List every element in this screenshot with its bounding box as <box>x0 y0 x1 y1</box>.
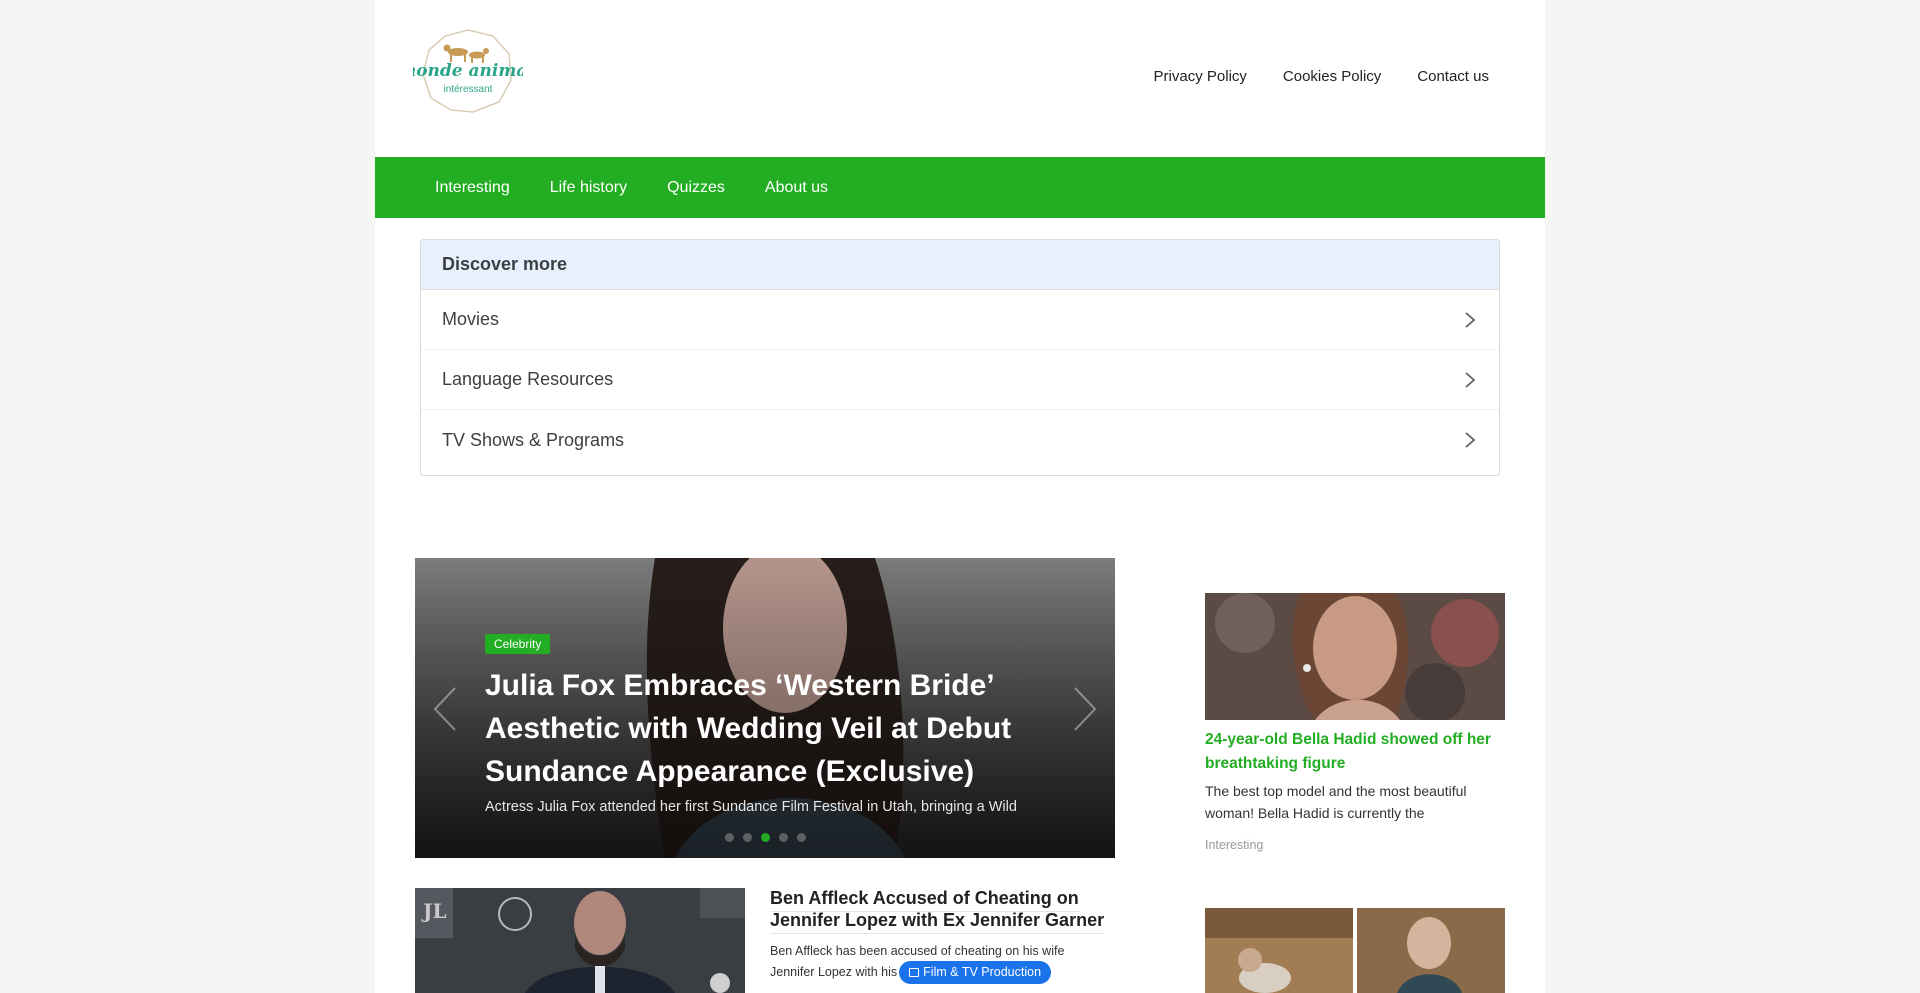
sidebar-article-thumbnail-2[interactable] <box>1205 908 1505 993</box>
slide-title[interactable]: Julia Fox Embraces ‘Western Bride’ Aesth… <box>485 664 1045 793</box>
chevron-right-icon <box>1465 311 1476 328</box>
slider-prev-arrow-icon[interactable] <box>431 686 459 732</box>
slider-dot[interactable] <box>760 833 770 842</box>
sidebar-article-thumbnail[interactable] <box>1205 593 1505 720</box>
sidebar-article-excerpt: The best top model and the most beautifu… <box>1205 783 1467 821</box>
article-title[interactable]: Ben Affleck Accused of Cheating on Jenni… <box>770 888 1105 934</box>
nav-item-about-us[interactable]: About us <box>765 157 828 218</box>
logo-text-bottom: intéressant <box>444 84 493 95</box>
discover-item-language-resources[interactable]: Language Resources <box>421 350 1499 410</box>
discover-item-label: TV Shows & Programs <box>442 429 625 450</box>
slider-next-arrow-icon[interactable] <box>1071 686 1099 732</box>
film-icon <box>909 968 920 977</box>
site-header: monde animal intéressant Privacy Policy … <box>375 0 1545 157</box>
film-tv-production-chip[interactable]: Film & TV Production <box>899 961 1052 984</box>
discover-item-movies[interactable]: Movies <box>421 290 1499 350</box>
article-thumbnail[interactable]: JL <box>415 888 745 993</box>
page: monde animal intéressant Privacy Policy … <box>375 0 1545 993</box>
logo-text-top: monde animal <box>413 61 523 81</box>
chevron-right-icon <box>1465 371 1476 388</box>
privacy-policy-link[interactable]: Privacy Policy <box>1154 68 1247 85</box>
article-excerpt-line2: Jennifer Lopez with his <box>770 964 898 979</box>
slider-dot[interactable] <box>724 833 734 842</box>
article-excerpt: Ben Affleck has been accused of cheating… <box>770 942 1115 984</box>
nav-item-interesting[interactable]: Interesting <box>435 157 510 218</box>
nav-item-life-history[interactable]: Life history <box>550 157 627 218</box>
category-badge[interactable]: Celebrity <box>485 634 551 654</box>
svg-text:JL: JL <box>421 899 447 923</box>
slider-dot[interactable] <box>796 833 806 842</box>
main-nav: Interesting Life history Quizzes About u… <box>375 157 1545 218</box>
slider-dot[interactable] <box>778 833 788 842</box>
contact-us-link[interactable]: Contact us <box>1417 68 1489 85</box>
nav-item-quizzes[interactable]: Quizzes <box>667 157 725 218</box>
cookies-policy-link[interactable]: Cookies Policy <box>1283 68 1381 85</box>
discover-item-label: Movies <box>442 309 500 329</box>
top-nav: Privacy Policy Cookies Policy Contact us <box>1154 68 1489 85</box>
slide-excerpt: Actress Julia Fox attended her first Sun… <box>485 799 1017 815</box>
sidebar-article-title[interactable]: 24-year-old Bella Hadid showed off her b… <box>1205 728 1505 776</box>
discover-item-label: Language Resources <box>442 369 614 389</box>
chip-label: Film & TV Production <box>923 965 1042 979</box>
discover-item-tv-shows[interactable]: TV Shows & Programs <box>421 410 1499 470</box>
article-excerpt-line1: Ben Affleck has been accused of cheating… <box>770 944 1065 958</box>
sidebar-article-category[interactable]: Interesting <box>1205 838 1263 852</box>
article-body: Ben Affleck Accused of Cheating on Jenni… <box>770 887 1115 984</box>
discover-more-panel: Discover more Movies Language Resources … <box>420 239 1500 476</box>
site-logo[interactable]: monde animal intéressant <box>398 28 534 114</box>
featured-slider[interactable]: Celebrity Julia Fox Embraces ‘Western Br… <box>415 558 1115 858</box>
slider-dots <box>415 833 1115 842</box>
chevron-right-icon <box>1465 432 1476 448</box>
slide-content: Celebrity Julia Fox Embraces ‘Western Br… <box>485 634 1045 815</box>
discover-more-title: Discover more <box>421 240 1499 290</box>
slider-dot[interactable] <box>742 833 752 842</box>
